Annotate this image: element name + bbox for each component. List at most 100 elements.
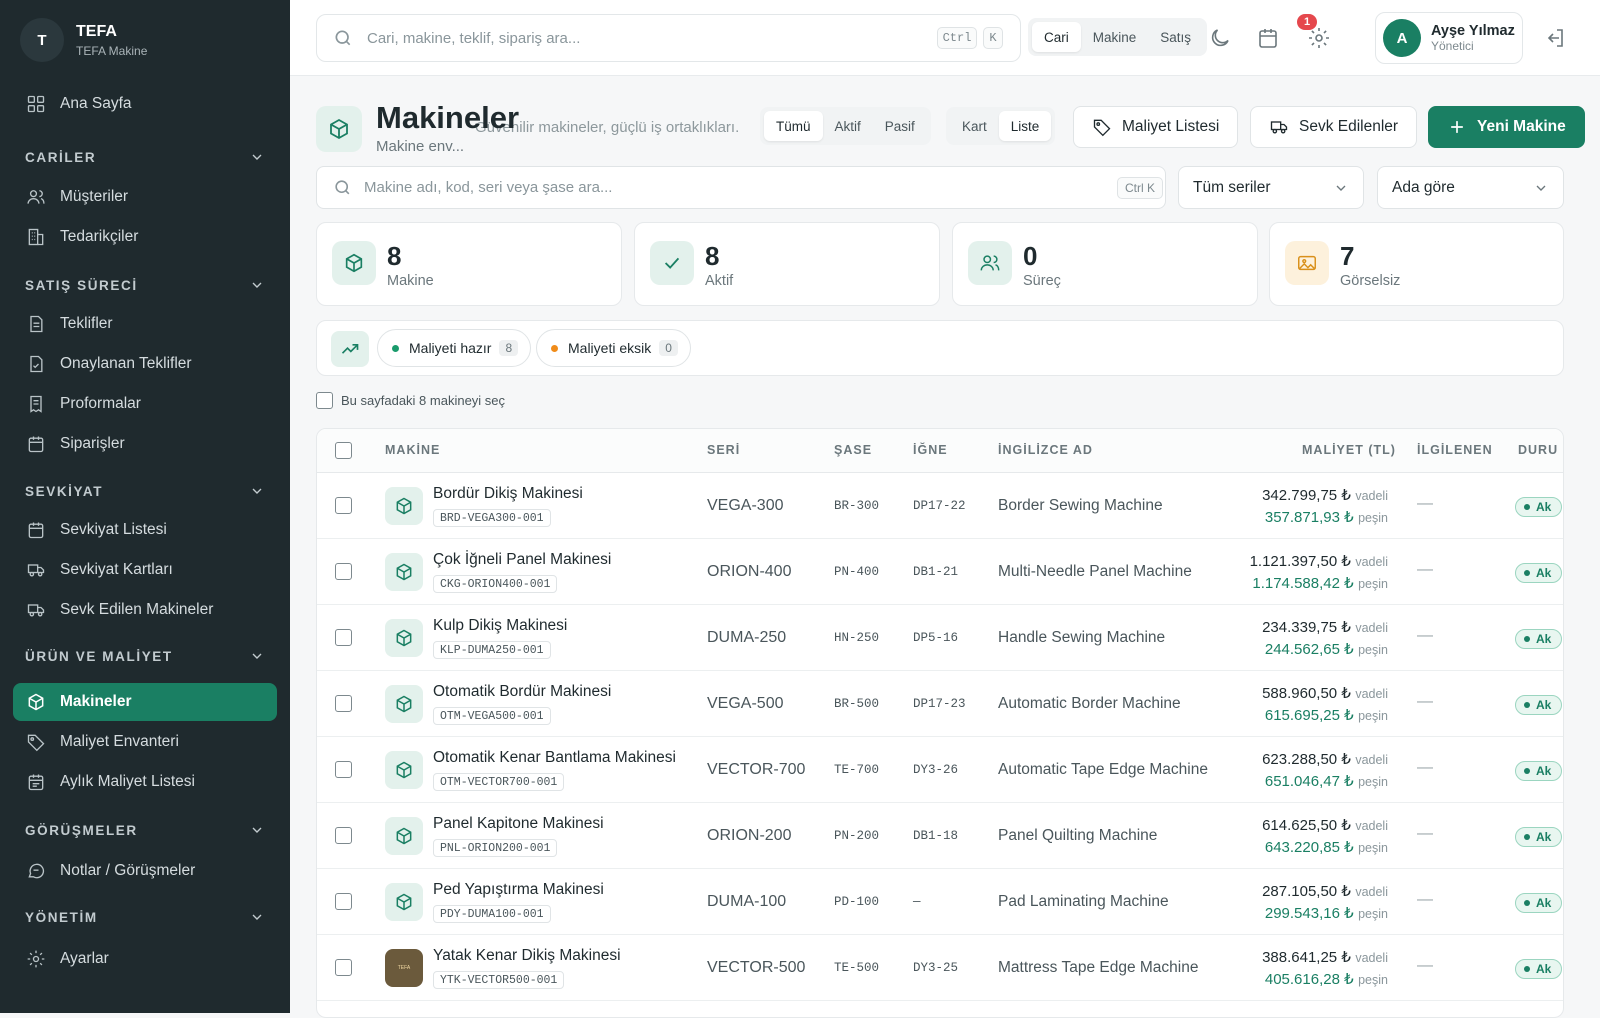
sidebar-item-home[interactable]: Ana Sayfa bbox=[13, 85, 277, 123]
row-checkbox[interactable] bbox=[335, 959, 352, 976]
col-ilgilenen[interactable]: İLGİLENEN bbox=[1417, 443, 1493, 457]
brand[interactable]: T TEFA TEFA Makine bbox=[20, 18, 147, 62]
scope-satis[interactable]: Satış bbox=[1148, 22, 1203, 52]
moon-icon[interactable] bbox=[1208, 26, 1232, 50]
table-row[interactable]: Ped Yapıştırma Makinesi PDY-DUMA100-001 DU… bbox=[317, 869, 1563, 935]
sidebar-item-makineler[interactable]: Makineler bbox=[13, 683, 277, 721]
col-durum[interactable]: DURU bbox=[1518, 443, 1558, 457]
sidebar-item-ayarlar[interactable]: Ayarlar bbox=[13, 940, 277, 978]
machine-code: OTM-VECTOR700-001 bbox=[433, 773, 565, 791]
sidebar-item-label: Ayarlar bbox=[60, 950, 109, 967]
chip-count: 0 bbox=[659, 340, 678, 356]
sidebar-item-musteriler[interactable]: Müşteriler bbox=[13, 178, 277, 216]
user-menu[interactable]: A Ayşe Yılmaz Yönetici bbox=[1375, 12, 1523, 64]
shipped-button[interactable]: Sevk Edilenler bbox=[1250, 106, 1418, 148]
sort-select[interactable]: Ada göre bbox=[1377, 166, 1564, 209]
machine-chassis: HN-250 bbox=[834, 631, 880, 645]
calendar-icon[interactable] bbox=[1256, 26, 1280, 50]
section-satis-sureci[interactable]: SATIŞ SÜRECİ bbox=[25, 275, 265, 295]
cost-cash: 299.543,16 ₺ bbox=[1264, 905, 1354, 922]
scope-cari[interactable]: Cari bbox=[1032, 22, 1081, 52]
machine-name[interactable]: Ped Yapıştırma Makinesi bbox=[433, 881, 604, 899]
col-maliyet[interactable]: MALİYET (TL) bbox=[1302, 443, 1396, 457]
cost-cash: 405.616,28 ₺ bbox=[1264, 971, 1354, 988]
table-row[interactable]: Çok İğneli Panel Makinesi CKG-ORION400-00… bbox=[317, 539, 1563, 605]
section-cariler[interactable]: CARİLER bbox=[25, 147, 265, 167]
machine-interested: — bbox=[1417, 627, 1433, 644]
row-checkbox[interactable] bbox=[335, 695, 352, 712]
sidebar-item-onaylanan-teklifler[interactable]: Onaylanan Teklifler bbox=[13, 345, 277, 383]
sidebar-item-aylik-maliyet-listesi[interactable]: Aylık Maliyet Listesi bbox=[13, 763, 277, 801]
scope-makine[interactable]: Makine bbox=[1081, 22, 1149, 52]
chip-cost-ready[interactable]: Maliyeti hazır 8 bbox=[377, 329, 532, 367]
box-icon bbox=[332, 241, 376, 285]
section-urun-ve-maliyet[interactable]: ÜRÜN VE MALİYET bbox=[25, 646, 265, 666]
machine-name[interactable]: Panel Kapitone Makinesi bbox=[433, 815, 604, 833]
table-row[interactable]: TEFA Yatak Kenar Dikiş Makinesi YTK-VECTOR… bbox=[317, 935, 1563, 1001]
global-search-input[interactable]: Cari, makine, teklif, sipariş ara... Ctr… bbox=[316, 14, 1021, 62]
row-checkbox[interactable] bbox=[335, 629, 352, 646]
row-checkbox[interactable] bbox=[335, 893, 352, 910]
machine-name[interactable]: Bordür Dikiş Makinesi bbox=[433, 485, 583, 503]
table-row[interactable]: Otomatik Kenar Bantlama Makinesi OTM-VECT… bbox=[317, 737, 1563, 803]
page-subtitle: Makine env... bbox=[376, 138, 465, 155]
new-machine-button[interactable]: Yeni Makine bbox=[1428, 106, 1585, 148]
col-makine[interactable]: MAKİNE bbox=[385, 443, 440, 457]
row-checkbox[interactable] bbox=[335, 827, 352, 844]
header-checkbox[interactable] bbox=[335, 442, 352, 459]
users-icon bbox=[27, 190, 45, 204]
filter-passive[interactable]: Pasif bbox=[873, 111, 927, 141]
machine-name[interactable]: Kulp Dikiş Makinesi bbox=[433, 617, 567, 635]
filter-all[interactable]: Tümü bbox=[764, 111, 823, 141]
col-sase[interactable]: ŞASE bbox=[834, 443, 872, 457]
stat-card-gorselsiz[interactable]: 7 Görselsiz bbox=[1269, 222, 1564, 306]
sidebar-item-notlar[interactable]: Notlar / Görüşmeler bbox=[13, 852, 277, 890]
table-row[interactable]: Bordür Dikiş Makinesi BRD-VEGA300-001 VEGA… bbox=[317, 473, 1563, 539]
stat-card-surec[interactable]: 0 Süreç bbox=[952, 222, 1258, 306]
machine-name[interactable]: Çok İğneli Panel Makinesi bbox=[433, 551, 611, 569]
chip-label: Maliyeti hazır bbox=[409, 340, 492, 356]
machine-english-name: Panel Quilting Machine bbox=[998, 827, 1158, 844]
series-select[interactable]: Tüm seriler bbox=[1178, 166, 1364, 209]
table-row[interactable]: Panel Kapitone Makinesi PNL-ORION200-001 O… bbox=[317, 803, 1563, 869]
stat-card-aktif[interactable]: 8 Aktif bbox=[634, 222, 940, 306]
table-row[interactable]: Kulp Dikiş Makinesi KLP-DUMA250-001 DUMA-2… bbox=[317, 605, 1563, 671]
view-list[interactable]: Liste bbox=[998, 111, 1052, 141]
sidebar-item-tedarikciler[interactable]: Tedarikçiler bbox=[13, 218, 277, 256]
sidebar-item-proformalar[interactable]: Proformalar bbox=[13, 385, 277, 423]
checkbox[interactable] bbox=[316, 392, 333, 409]
logout-icon[interactable] bbox=[1543, 26, 1567, 50]
sidebar-item-sevk-edilen-makineler[interactable]: Sevk Edilen Makineler bbox=[13, 591, 277, 629]
stat-card-makine[interactable]: 8 Makine bbox=[316, 222, 622, 306]
machine-search-input[interactable]: Makine adı, kod, seri veya şase ara... C… bbox=[316, 166, 1166, 209]
section-sevkiyat[interactable]: SEVKİYAT bbox=[25, 481, 265, 501]
section-title: CARİLER bbox=[25, 149, 97, 165]
col-igne[interactable]: İĞNE bbox=[913, 443, 948, 457]
sidebar-item-sevkiyat-listesi[interactable]: Sevkiyat Listesi bbox=[13, 511, 277, 549]
row-checkbox[interactable] bbox=[335, 497, 352, 514]
machine-name[interactable]: Otomatik Kenar Bantlama Makinesi bbox=[433, 749, 676, 767]
section-gorusmeler[interactable]: GÖRÜŞMELER bbox=[25, 820, 265, 840]
cost-deferred: 588.960,50 ₺ bbox=[1262, 685, 1351, 702]
table-row[interactable]: Otomatik Bordür Makinesi OTM-VEGA500-001 V… bbox=[317, 671, 1563, 737]
sidebar-item-siparisler[interactable]: Siparişler bbox=[13, 425, 277, 463]
view-card[interactable]: Kart bbox=[950, 111, 999, 141]
row-checkbox[interactable] bbox=[335, 761, 352, 778]
select-all-page[interactable]: Bu sayfadaki 8 makineyi seç bbox=[316, 392, 505, 409]
chevron-down-icon bbox=[252, 653, 262, 659]
cost-list-button[interactable]: Maliyet Listesi bbox=[1073, 106, 1239, 148]
chip-cost-missing[interactable]: Maliyeti eksik 0 bbox=[536, 329, 691, 367]
cost-cash: 1.174.588,42 ₺ bbox=[1252, 575, 1354, 592]
machine-name[interactable]: Otomatik Bordür Makinesi bbox=[433, 683, 611, 701]
filter-active[interactable]: Aktif bbox=[823, 111, 873, 141]
section-yonetim[interactable]: YÖNETİM bbox=[25, 907, 265, 927]
sidebar-item-label: Aylık Maliyet Listesi bbox=[60, 773, 195, 790]
row-checkbox[interactable] bbox=[335, 563, 352, 580]
sidebar-item-maliyet-envanteri[interactable]: Maliyet Envanteri bbox=[13, 723, 277, 761]
sidebar-item-sevkiyat-kartlari[interactable]: Sevkiyat Kartları bbox=[13, 551, 277, 589]
sidebar-item-teklifler[interactable]: Teklifler bbox=[13, 305, 277, 343]
machine-name[interactable]: Yatak Kenar Dikiş Makinesi bbox=[433, 947, 621, 965]
gear-icon[interactable] bbox=[1307, 26, 1331, 50]
col-ingilizce-ad[interactable]: İNGİLİZCE AD bbox=[998, 443, 1093, 457]
col-seri[interactable]: SERİ bbox=[707, 443, 740, 457]
